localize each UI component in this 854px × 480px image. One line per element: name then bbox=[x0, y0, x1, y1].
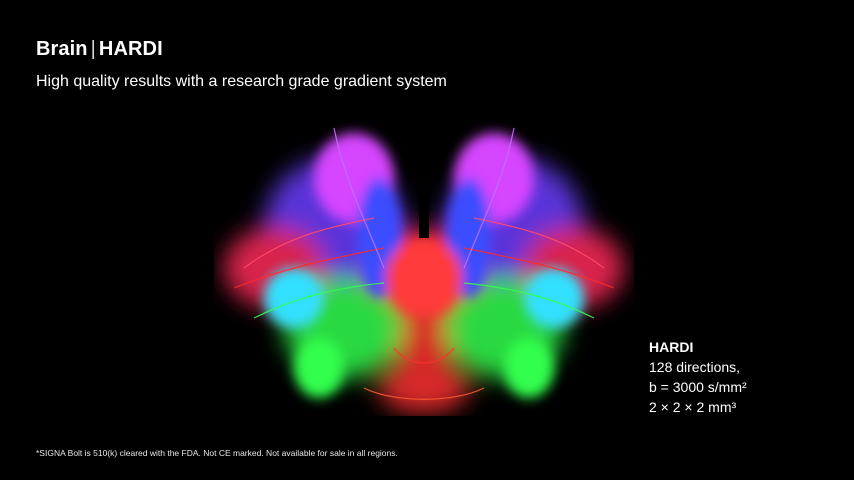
slide: Brain | HARDI High quality results with a … bbox=[0, 0, 854, 480]
specs-line: 128 directions, bbox=[649, 359, 741, 375]
title-sub: HARDI bbox=[98, 38, 163, 60]
specs-title: HARDI bbox=[649, 339, 694, 355]
specs-line: b = 3000 s/mm² bbox=[649, 379, 747, 395]
specs-block: HARDI 128 directions, b = 3000 s/mm² 2 ×… bbox=[649, 337, 747, 417]
brain-midline-gap bbox=[419, 118, 429, 238]
slide-title: Brain | HARDI bbox=[36, 38, 163, 61]
footnote: *SIGNA Bolt is 510(k) cleared with the F… bbox=[36, 448, 398, 458]
specs-line: 2 × 2 × 2 mm³ bbox=[649, 399, 737, 415]
title-main: Brain bbox=[36, 38, 88, 60]
slide-subtitle: High quality results with a research gra… bbox=[36, 73, 447, 90]
title-separator: | bbox=[90, 38, 96, 60]
brain-tractography-image bbox=[224, 118, 624, 413]
